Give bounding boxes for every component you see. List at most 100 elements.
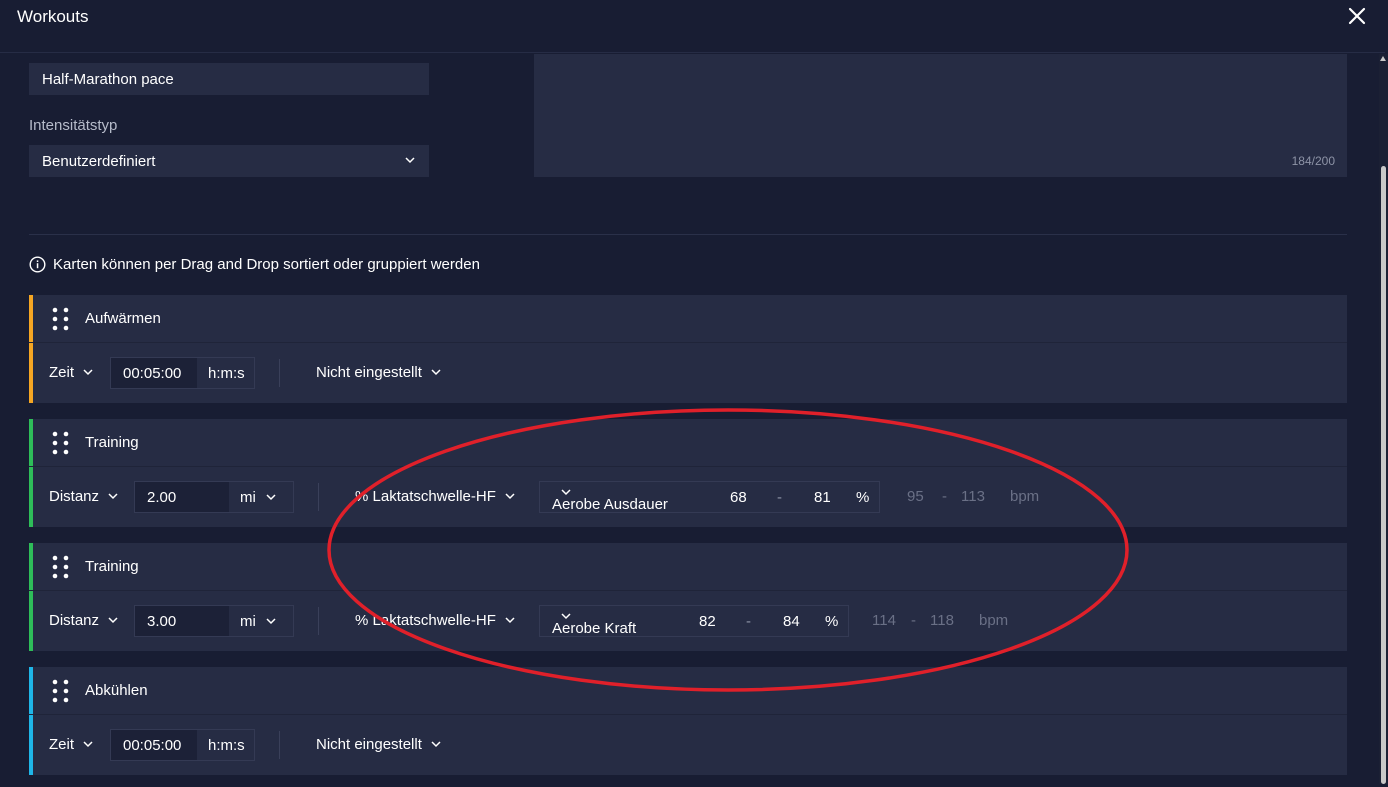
duration-type-select[interactable]: Zeit xyxy=(49,736,93,753)
intensity-type-select[interactable]: Benutzerdefiniert xyxy=(29,145,429,177)
section-divider xyxy=(29,234,1347,235)
scrollbar[interactable] xyxy=(1379,54,1388,784)
distance-unit-value: mi xyxy=(240,488,256,506)
range-dash: - xyxy=(942,488,947,505)
zone-range-field[interactable]: Aerobe Kraft 82 - 84 % xyxy=(539,605,849,637)
target-type-select[interactable]: Nicht eingestellt xyxy=(316,364,441,381)
chevron-down-icon xyxy=(405,157,415,164)
chevron-down-icon xyxy=(505,617,515,624)
target-type-select[interactable]: % Laktatschwelle-HF xyxy=(355,612,515,629)
percent-unit: % xyxy=(856,489,870,506)
zone-value: Aerobe Kraft xyxy=(552,620,637,637)
distance-input[interactable]: 2.00 xyxy=(135,482,229,512)
duration-type-select[interactable]: Distanz xyxy=(49,488,118,505)
description-textarea[interactable]: 184/200 xyxy=(534,54,1347,177)
chevron-down-icon xyxy=(431,369,441,376)
step-name: Abkühlen xyxy=(85,682,148,699)
intensity-type-value: Benutzerdefiniert xyxy=(42,152,156,170)
zone-select[interactable]: Aerobe Kraft xyxy=(552,613,636,637)
drag-handle-icon[interactable] xyxy=(51,554,71,580)
workout-name-input[interactable]: Half-Marathon pace xyxy=(29,63,429,95)
character-counter: 184/200 xyxy=(1291,154,1335,168)
distance-input[interactable]: 3.00 xyxy=(135,606,229,636)
zone-select[interactable]: Aerobe Ausdauer xyxy=(552,489,668,513)
scrollbar-thumb[interactable] xyxy=(1381,166,1386,784)
step-card-header: Training xyxy=(29,419,1347,467)
duration-type-value: Zeit xyxy=(49,736,75,753)
drag-handle-icon[interactable] xyxy=(51,306,71,332)
distance-field[interactable]: 3.00 mi xyxy=(134,605,294,637)
duration-field[interactable]: 00:05:00 h:m:s xyxy=(110,729,255,761)
step-card-warmup[interactable]: Aufwärmen Zeit 00:05:00 h:m:s Nicht eing… xyxy=(29,295,1347,403)
field-separator xyxy=(318,607,319,635)
info-text: Karten können per Drag and Drop sortiert… xyxy=(53,256,480,273)
chevron-down-icon xyxy=(266,493,276,500)
step-card-header: Abkühlen xyxy=(29,667,1347,715)
duration-input[interactable]: 00:05:00 xyxy=(111,358,197,388)
duration-type-select[interactable]: Zeit xyxy=(49,364,93,381)
field-separator xyxy=(279,359,280,387)
chevron-down-icon xyxy=(108,493,118,500)
distance-unit-value: mi xyxy=(240,612,256,630)
modal-header: Workouts xyxy=(0,0,1385,53)
target-type-value: Nicht eingestellt xyxy=(316,736,422,753)
zone-high-input[interactable]: 81 xyxy=(814,489,831,506)
duration-type-value: Distanz xyxy=(49,488,100,505)
zone-low-input[interactable]: 82 xyxy=(699,613,716,630)
bpm-high: 113 xyxy=(961,488,985,505)
chevron-down-icon xyxy=(431,741,441,748)
bpm-low: 114 xyxy=(872,612,896,629)
bpm-unit: bpm xyxy=(979,612,1009,629)
bpm-high: 118 xyxy=(930,612,954,629)
modal-title: Workouts xyxy=(17,7,89,26)
duration-input[interactable]: 00:05:00 xyxy=(111,730,197,760)
step-card-header: Aufwärmen xyxy=(29,295,1347,343)
chevron-down-icon xyxy=(83,741,93,748)
duration-unit: h:m:s xyxy=(208,364,245,382)
drag-handle-icon[interactable] xyxy=(51,678,71,704)
duration-field[interactable]: 00:05:00 h:m:s xyxy=(110,357,255,389)
step-name: Aufwärmen xyxy=(85,310,161,327)
distance-field[interactable]: 2.00 mi xyxy=(134,481,294,513)
info-icon xyxy=(29,256,46,273)
step-card-cooldown[interactable]: Abkühlen Zeit 00:05:00 h:m:s Nicht einge… xyxy=(29,667,1347,775)
distance-unit-select[interactable]: mi xyxy=(229,482,293,512)
chevron-down-icon xyxy=(561,613,571,620)
range-dash: - xyxy=(746,613,751,630)
step-card-header: Training xyxy=(29,543,1347,591)
target-type-value: % Laktatschwelle-HF xyxy=(355,488,496,505)
target-type-select[interactable]: % Laktatschwelle-HF xyxy=(355,488,515,505)
step-card-training-1[interactable]: Training Distanz 2.00 mi % Laktatschwell… xyxy=(29,419,1347,527)
chevron-down-icon xyxy=(83,369,93,376)
duration-type-select[interactable]: Distanz xyxy=(49,612,118,629)
bpm-low: 95 xyxy=(907,488,924,505)
info-hint: Karten können per Drag and Drop sortiert… xyxy=(29,256,480,273)
target-type-value: Nicht eingestellt xyxy=(316,364,422,381)
workout-name-value: Half-Marathon pace xyxy=(42,70,174,88)
drag-handle-icon[interactable] xyxy=(51,430,71,456)
bpm-unit: bpm xyxy=(1010,488,1040,505)
close-icon[interactable] xyxy=(1345,4,1369,28)
duration-type-value: Zeit xyxy=(49,364,75,381)
range-dash: - xyxy=(777,489,782,506)
chevron-down-icon xyxy=(266,617,276,624)
step-name: Training xyxy=(85,434,139,451)
zone-range-field[interactable]: Aerobe Ausdauer 68 - 81 % xyxy=(539,481,880,513)
percent-unit: % xyxy=(825,613,839,630)
field-separator xyxy=(279,731,280,759)
zone-low-input[interactable]: 68 xyxy=(730,489,747,506)
zone-high-input[interactable]: 84 xyxy=(783,613,800,630)
chevron-down-icon xyxy=(561,489,571,496)
field-separator xyxy=(318,483,319,511)
chevron-down-icon xyxy=(505,493,515,500)
target-type-select[interactable]: Nicht eingestellt xyxy=(316,736,441,753)
duration-unit: h:m:s xyxy=(208,736,245,754)
step-card-training-2[interactable]: Training Distanz 3.00 mi % Laktatschwell… xyxy=(29,543,1347,651)
distance-unit-select[interactable]: mi xyxy=(229,606,293,636)
step-name: Training xyxy=(85,558,139,575)
duration-type-value: Distanz xyxy=(49,612,100,629)
range-dash: - xyxy=(911,612,916,629)
intensity-type-label: Intensitätstyp xyxy=(29,117,118,134)
chevron-down-icon xyxy=(108,617,118,624)
scroll-up-icon[interactable] xyxy=(1380,56,1386,61)
